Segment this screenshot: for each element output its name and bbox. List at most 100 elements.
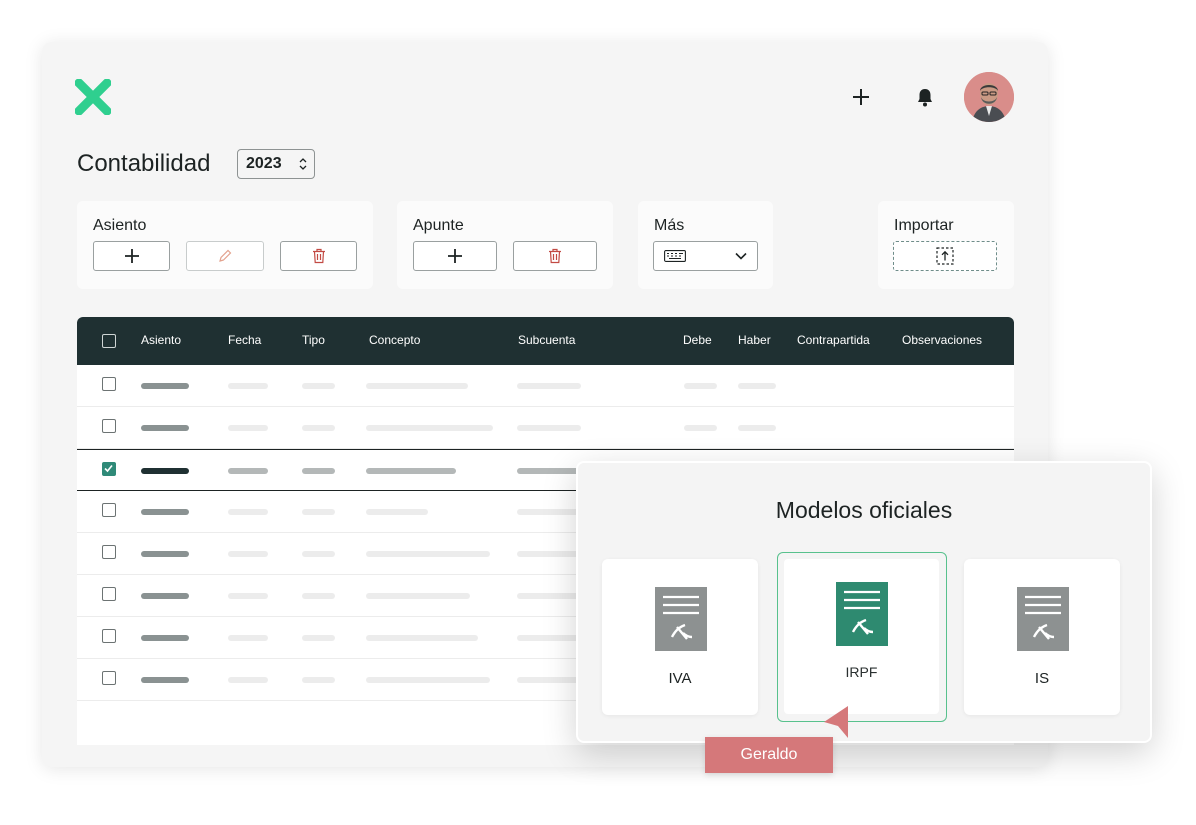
- placeholder-bar: [738, 383, 776, 389]
- column-header-fecha[interactable]: Fecha: [228, 333, 261, 347]
- add-button[interactable]: [841, 77, 881, 117]
- bell-icon: [918, 89, 932, 107]
- table-header: Asiento Fecha Tipo Concepto Subcuenta De…: [77, 317, 1014, 365]
- model-card-label: IS: [1034, 670, 1050, 687]
- mas-card: Más: [638, 201, 773, 289]
- page-title: Contabilidad: [77, 150, 211, 177]
- model-card-is[interactable]: IS: [964, 559, 1120, 715]
- model-card-label: IRPF: [845, 664, 878, 680]
- x-logo-icon[interactable]: [75, 79, 111, 115]
- edit-asiento-button[interactable]: [186, 241, 264, 271]
- pencil-icon: [219, 249, 232, 262]
- row-checkbox[interactable]: [102, 671, 116, 685]
- placeholder-bar: [228, 593, 268, 599]
- column-header-subcuenta[interactable]: Subcuenta: [518, 333, 575, 347]
- placeholder-bar: [141, 468, 189, 474]
- placeholder-bar: [228, 551, 268, 557]
- placeholder-bar: [302, 425, 335, 431]
- column-header-contrapartida[interactable]: Contrapartida: [797, 333, 870, 347]
- model-card-iva[interactable]: IVA: [602, 559, 758, 715]
- row-checkbox-checked[interactable]: [102, 462, 116, 476]
- table-row[interactable]: [77, 407, 1014, 449]
- mas-select[interactable]: [653, 241, 758, 271]
- collaborator-name-tag: Geraldo: [705, 737, 833, 773]
- row-checkbox[interactable]: [102, 419, 116, 433]
- placeholder-bar: [302, 677, 335, 683]
- placeholder-bar: [366, 383, 468, 389]
- placeholder-bar: [517, 551, 581, 557]
- column-header-haber[interactable]: Haber: [738, 333, 771, 347]
- placeholder-bar: [302, 383, 335, 389]
- row-checkbox[interactable]: [102, 545, 116, 559]
- placeholder-bar: [141, 383, 189, 389]
- add-asiento-button[interactable]: [93, 241, 170, 271]
- column-header-observaciones[interactable]: Observaciones: [902, 333, 982, 347]
- asiento-card: Asiento: [77, 201, 373, 289]
- modelos-oficiales-modal: Modelos oficiales IVA IRPF IS: [576, 461, 1152, 743]
- placeholder-bar: [141, 551, 189, 557]
- importar-card: Importar: [878, 201, 1014, 289]
- tax-document-icon: [655, 587, 707, 651]
- placeholder-bar: [366, 509, 428, 515]
- row-checkbox[interactable]: [102, 377, 116, 391]
- year-select-value: 2023: [246, 155, 282, 172]
- apunte-card-title: Apunte: [413, 217, 464, 234]
- placeholder-bar: [141, 509, 189, 515]
- placeholder-bar: [302, 509, 335, 515]
- column-header-asiento[interactable]: Asiento: [141, 333, 181, 347]
- placeholder-bar: [228, 677, 268, 683]
- placeholder-bar: [302, 468, 335, 474]
- placeholder-bar: [366, 468, 456, 474]
- row-checkbox[interactable]: [102, 629, 116, 643]
- import-dropzone[interactable]: [893, 241, 997, 271]
- placeholder-bar: [684, 425, 717, 431]
- select-arrows-icon: [299, 158, 307, 170]
- user-avatar[interactable]: [964, 72, 1014, 122]
- table-row[interactable]: [77, 365, 1014, 407]
- upload-icon: [936, 247, 954, 265]
- checkmark-icon: [104, 464, 113, 473]
- column-header-concepto[interactable]: Concepto: [369, 333, 420, 347]
- add-apunte-button[interactable]: [413, 241, 497, 271]
- placeholder-bar: [517, 509, 581, 515]
- tax-document-icon: [1017, 587, 1069, 651]
- placeholder-bar: [302, 593, 335, 599]
- plus-icon: [853, 89, 869, 105]
- placeholder-bar: [366, 425, 493, 431]
- apunte-card: Apunte: [397, 201, 613, 289]
- mas-card-title: Más: [654, 217, 685, 234]
- placeholder-bar: [517, 383, 581, 389]
- row-checkbox[interactable]: [102, 587, 116, 601]
- select-all-checkbox[interactable]: [102, 334, 116, 348]
- column-header-debe[interactable]: Debe: [683, 333, 712, 347]
- placeholder-bar: [738, 425, 776, 431]
- importar-card-title: Importar: [894, 217, 954, 234]
- model-card-inner: IRPF: [784, 559, 939, 714]
- notifications-button[interactable]: [905, 77, 945, 117]
- asiento-card-title: Asiento: [93, 217, 147, 234]
- placeholder-bar: [302, 635, 335, 641]
- plus-icon: [448, 249, 462, 263]
- placeholder-bar: [141, 677, 189, 683]
- placeholder-bar: [517, 468, 581, 474]
- placeholder-bar: [366, 677, 490, 683]
- placeholder-bar: [517, 677, 581, 683]
- row-checkbox[interactable]: [102, 503, 116, 517]
- placeholder-bar: [141, 635, 189, 641]
- year-select[interactable]: 2023: [237, 149, 315, 179]
- placeholder-bar: [684, 383, 717, 389]
- user-photo-icon: [964, 72, 1014, 122]
- keyboard-icon: [664, 250, 686, 262]
- delete-asiento-button[interactable]: [280, 241, 357, 271]
- model-card-irpf[interactable]: IRPF: [777, 552, 947, 722]
- placeholder-bar: [228, 425, 268, 431]
- column-header-tipo[interactable]: Tipo: [302, 333, 325, 347]
- delete-apunte-button[interactable]: [513, 241, 597, 271]
- placeholder-bar: [366, 593, 470, 599]
- modal-title: Modelos oficiales: [775, 497, 953, 523]
- trash-icon: [312, 248, 325, 264]
- placeholder-bar: [517, 425, 581, 431]
- placeholder-bar: [517, 635, 581, 641]
- collaborator-cursor-icon: [824, 706, 848, 738]
- placeholder-bar: [517, 593, 581, 599]
